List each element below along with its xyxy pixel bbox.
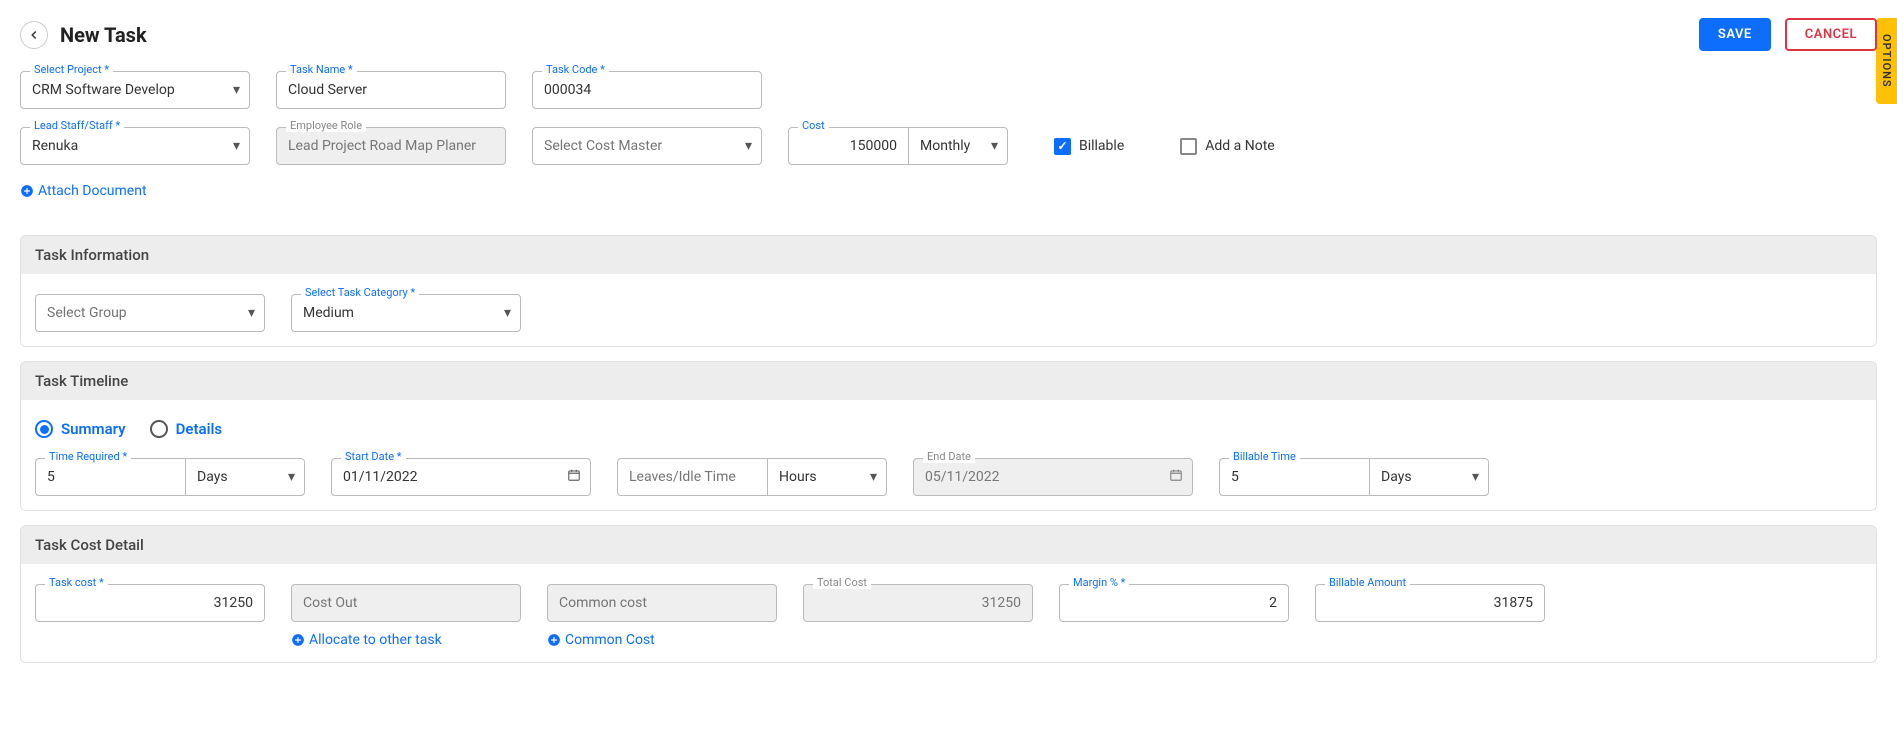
leaves-unit-select[interactable] (767, 458, 887, 496)
role-input (276, 127, 506, 165)
time-required-label: Time Required * (45, 450, 131, 463)
margin-label: Margin % * (1069, 576, 1129, 589)
checkbox-icon (1180, 138, 1197, 155)
startdate-label: Start Date * (341, 450, 406, 463)
taskcode-input[interactable] (532, 71, 762, 109)
panel-header: Task Timeline (21, 362, 1876, 400)
back-button[interactable] (20, 21, 48, 49)
billabletime-label: Billable Time (1229, 450, 1300, 463)
plus-circle-icon (20, 184, 34, 198)
taskcost-label: Task cost * (45, 576, 108, 589)
taskname-input[interactable] (276, 71, 506, 109)
page-title: New Task (60, 23, 147, 47)
cancel-button[interactable]: CANCEL (1785, 18, 1877, 51)
category-select[interactable] (291, 294, 521, 332)
billabletime-input[interactable] (1219, 458, 1369, 496)
project-label: Select Project * (30, 63, 113, 76)
addnote-label: Add a Note (1205, 138, 1274, 154)
taskcode-label: Task Code * (542, 63, 609, 76)
cost-input[interactable] (788, 127, 908, 165)
billabletime-unit-select[interactable] (1369, 458, 1489, 496)
margin-input[interactable] (1059, 584, 1289, 622)
cost-unit-select[interactable] (908, 127, 1008, 165)
billableamount-label: Billable Amount (1325, 576, 1410, 589)
leaves-input[interactable] (617, 458, 767, 496)
project-select[interactable] (20, 71, 250, 109)
taskname-label: Task Name * (286, 63, 357, 76)
cost-label: Cost (798, 119, 829, 132)
plus-circle-icon (547, 633, 561, 647)
enddate-input (913, 458, 1193, 496)
checkbox-icon (1054, 138, 1071, 155)
addnote-checkbox[interactable]: Add a Note (1180, 138, 1274, 155)
time-required-input[interactable] (35, 458, 185, 496)
costout-input[interactable] (291, 584, 521, 622)
attach-document-link[interactable]: Attach Document (20, 183, 147, 199)
allocate-link[interactable]: Allocate to other task (291, 632, 521, 648)
role-label: Employee Role (286, 119, 366, 132)
billable-checkbox[interactable]: Billable (1054, 138, 1124, 155)
details-radio[interactable]: Details (150, 420, 222, 438)
panel-header: Task Information (21, 236, 1876, 274)
billable-label: Billable (1079, 138, 1124, 154)
time-unit-select[interactable] (185, 458, 305, 496)
save-button[interactable]: SAVE (1699, 18, 1771, 51)
leadstaff-label: Lead Staff/Staff * (30, 119, 124, 132)
radio-icon (150, 420, 168, 438)
task-cost-panel: Task Cost Detail Task cost * (20, 525, 1877, 663)
enddate-label: End Date (923, 450, 975, 463)
commoncost-input[interactable] (547, 584, 777, 622)
startdate-input[interactable] (331, 458, 591, 496)
billableamount-input[interactable] (1315, 584, 1545, 622)
commoncost-link[interactable]: Common Cost (547, 632, 777, 648)
chevron-left-icon (27, 28, 41, 42)
details-label: Details (176, 420, 222, 438)
leadstaff-select[interactable] (20, 127, 250, 165)
summary-radio[interactable]: Summary (35, 420, 126, 438)
task-timeline-panel: Task Timeline Summary Details Time Requi… (20, 361, 1877, 511)
taskcost-input[interactable] (35, 584, 265, 622)
task-information-panel: Task Information ▾ Select Task Category … (20, 235, 1877, 347)
radio-icon (35, 420, 53, 438)
plus-circle-icon (291, 633, 305, 647)
category-label: Select Task Category * (301, 286, 419, 299)
summary-label: Summary (61, 420, 126, 438)
totalcost-input (803, 584, 1033, 622)
panel-header: Task Cost Detail (21, 526, 1876, 564)
totalcost-label: Total Cost (813, 576, 871, 589)
costmaster-select[interactable] (532, 127, 762, 165)
group-select[interactable] (35, 294, 265, 332)
